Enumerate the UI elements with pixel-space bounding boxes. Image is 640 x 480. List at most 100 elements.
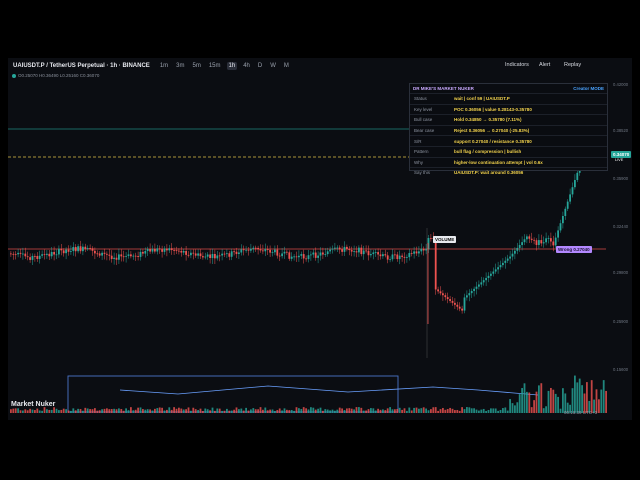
volume-bar <box>530 407 533 413</box>
volume-bar <box>379 409 382 413</box>
volume-bar <box>386 408 389 413</box>
candle-body <box>12 253 15 255</box>
volume-bar <box>350 408 353 413</box>
candle-body <box>122 256 125 258</box>
volume-bar <box>221 410 223 413</box>
candle-body <box>367 250 370 256</box>
volume-bar <box>118 408 120 413</box>
volume-bar <box>389 407 391 413</box>
row-key: Bear case <box>414 128 435 134</box>
candle-body <box>456 304 459 307</box>
volume-bar <box>156 408 159 413</box>
volume-bar <box>274 410 276 413</box>
volume-bar <box>218 408 221 413</box>
volume-bar <box>182 409 185 413</box>
candle-body <box>542 242 545 244</box>
volume-bar <box>67 410 70 413</box>
volume-bar <box>228 410 231 413</box>
candle-body <box>298 255 300 258</box>
volume-bar <box>487 410 490 413</box>
volume-bar <box>185 409 187 413</box>
candle-body <box>446 297 449 300</box>
volume-bar <box>158 407 161 413</box>
volume-bar <box>146 409 149 413</box>
candle-body <box>137 256 139 257</box>
candle-body <box>65 249 67 254</box>
volume-bar <box>540 383 543 413</box>
volume-bar <box>362 410 365 413</box>
candle-body <box>228 253 231 257</box>
row-value: Reject 0.36056 → 0.27040 (-25.83%) <box>454 128 530 134</box>
candle-body <box>50 252 53 257</box>
volume-bar <box>79 409 82 413</box>
candle-body <box>168 248 171 251</box>
volume-bar <box>535 391 538 413</box>
volume-bar <box>509 399 511 413</box>
volume-bar <box>197 410 199 413</box>
candle-body <box>470 290 473 294</box>
volume-bar <box>103 408 106 413</box>
candle-body <box>161 249 163 252</box>
candle-body <box>211 253 214 259</box>
candle-body <box>84 246 87 249</box>
candle-body <box>396 254 399 260</box>
volume-bar <box>384 410 387 413</box>
candle-body <box>312 252 315 255</box>
candle-body <box>494 269 497 272</box>
volume-bar <box>293 410 295 413</box>
candle-body <box>163 248 166 252</box>
volume-bar <box>343 410 346 413</box>
volume-bar <box>446 409 449 413</box>
volume-bar <box>470 408 473 413</box>
candle-body <box>322 252 324 255</box>
candle-body <box>437 289 439 292</box>
candle-body <box>113 257 115 259</box>
volume-bar <box>125 408 127 413</box>
candle-body <box>463 297 466 311</box>
candle-body <box>535 240 538 245</box>
candle-body <box>214 253 216 259</box>
candle-body <box>91 248 94 251</box>
candle-body <box>142 251 144 254</box>
candle-body <box>118 254 120 260</box>
candle-body <box>230 251 233 257</box>
candle-body <box>156 248 159 252</box>
volume-bar <box>281 410 283 413</box>
volume-bar <box>230 410 233 413</box>
chart-clock: 00:16:39 UTC+3 <box>564 410 598 415</box>
volume-bar <box>358 407 360 413</box>
axis-tick: 0.35900 <box>613 176 629 181</box>
candle-body <box>218 255 221 257</box>
volume-bar <box>113 408 115 413</box>
volume-bar <box>132 410 135 413</box>
candle-body <box>360 247 363 255</box>
volume-bar <box>41 410 43 413</box>
candle-body <box>420 248 423 252</box>
candle-body <box>295 256 298 258</box>
candle-body <box>269 249 271 253</box>
volume-bar <box>523 383 526 413</box>
candle-body <box>528 236 531 239</box>
volume-bar <box>238 409 240 413</box>
row-key: Pattern <box>414 149 429 155</box>
candle-body <box>134 255 137 257</box>
candle-body <box>31 255 34 260</box>
volume-bar <box>427 410 430 413</box>
candle-body <box>449 299 451 301</box>
candle-body <box>271 252 274 254</box>
volume-bar <box>370 408 372 413</box>
candle-body <box>530 238 533 240</box>
volume-bar <box>461 407 463 413</box>
candle-body <box>353 251 355 253</box>
candle-body <box>221 253 223 256</box>
candle-body <box>286 251 288 253</box>
volume-bar <box>283 408 286 413</box>
candle-body <box>305 258 307 260</box>
row-value: bull flag / compression | bullish <box>454 149 522 155</box>
candle-body <box>266 249 269 250</box>
candle-body <box>444 295 447 298</box>
volume-bar <box>48 409 51 413</box>
candle-body <box>240 249 243 253</box>
volume-bar <box>264 407 267 413</box>
candle-body <box>278 255 281 257</box>
